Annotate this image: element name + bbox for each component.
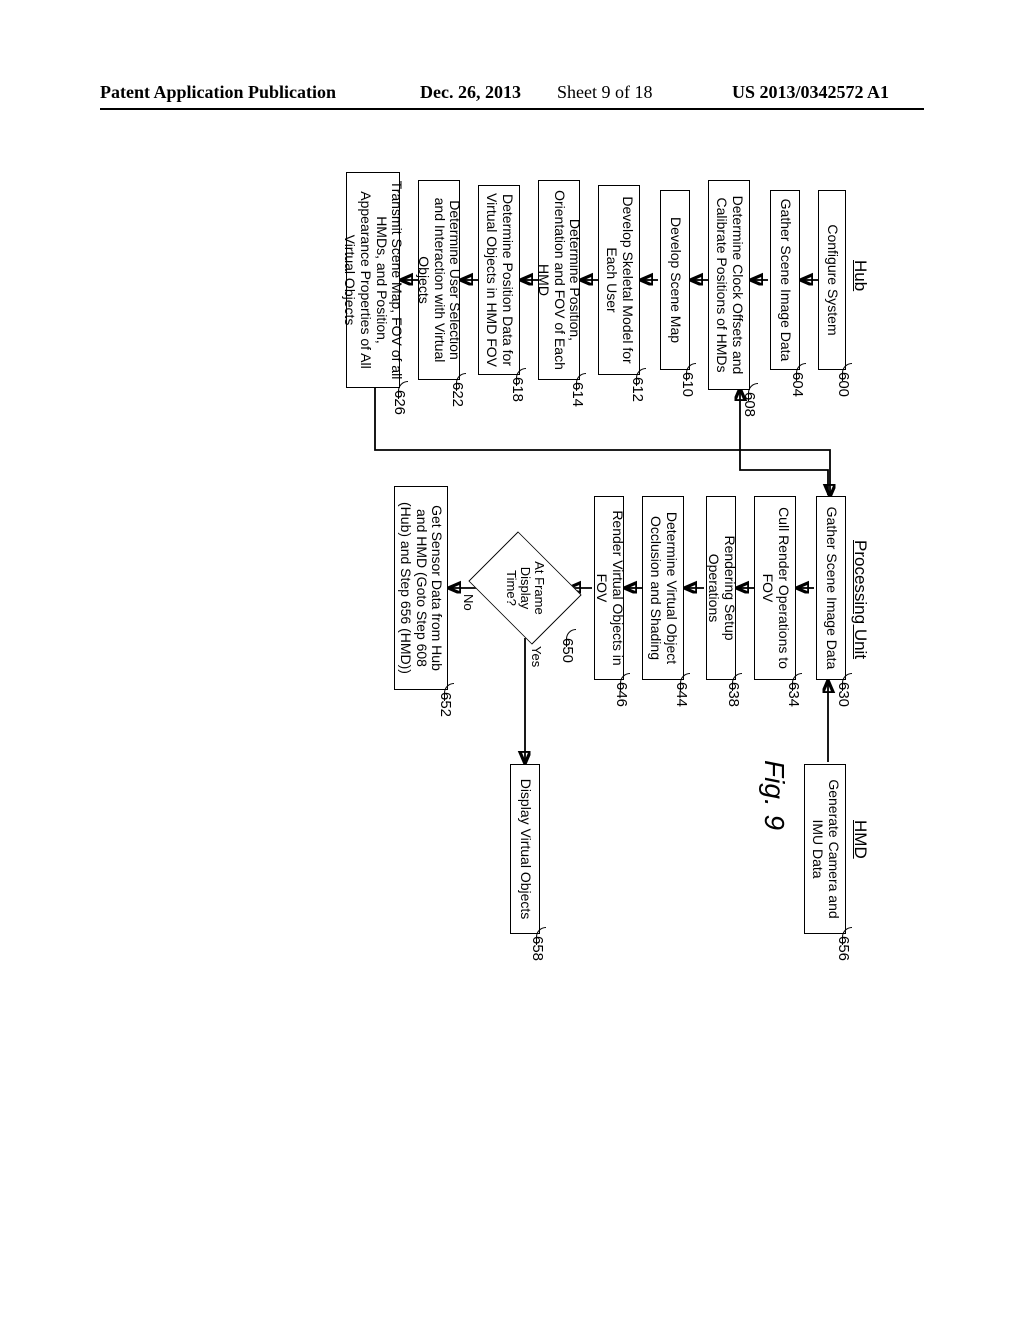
header-date: Dec. 26, 2013 — [420, 82, 521, 103]
lead-626 — [398, 381, 408, 399]
lead-652 — [444, 683, 454, 701]
lead-612 — [636, 368, 646, 386]
pu-setup: Rendering Setup Operations — [706, 496, 736, 680]
diagram: Hub Processing Unit HMD Fig. 9 — [160, 170, 870, 1030]
lead-618 — [516, 368, 526, 386]
lead-630 — [842, 673, 852, 691]
header-pubno: US 2013/0342572 A1 — [732, 82, 889, 103]
lead-608 — [748, 383, 758, 401]
pu-render: Render Virtual Objects in FOV — [594, 496, 624, 680]
hub-skeletal: Develop Skeletal Model for Each User — [598, 185, 640, 375]
lead-614 — [576, 373, 586, 391]
hub-gather: Gather Scene Image Data — [770, 190, 800, 370]
hub-posdata: Determine Position Data for Virtual Obje… — [478, 185, 520, 375]
hub-clock: Determine Clock Offsets and Calibrate Po… — [708, 180, 750, 390]
pu-getsensor: Get Sensor Data from Hub and HMD (Goto S… — [394, 486, 448, 690]
hub-transmit: Transmit Scene Map, FOV of all HMDs, and… — [346, 172, 400, 388]
hmd-display: Display Virtual Objects — [510, 764, 540, 934]
lead-604 — [796, 363, 806, 381]
pu-cull: Cull Render Operations to FOV — [754, 496, 796, 680]
pu-decision: At Frame Display Time? — [480, 543, 570, 633]
lead-656 — [842, 927, 852, 945]
header-rule — [100, 108, 924, 110]
hub-fov: Determine Position, Orientation and FOV … — [538, 180, 580, 380]
lead-650 — [566, 629, 576, 647]
lead-658 — [536, 927, 546, 945]
pu-decision-text: At Frame Display Time? — [480, 543, 570, 633]
lead-646 — [620, 673, 630, 691]
header-sheet: Sheet 9 of 18 — [557, 82, 652, 103]
lead-644 — [680, 673, 690, 691]
hmd-generate: Generate Camera and IMU Data — [804, 764, 846, 934]
lead-638 — [732, 673, 742, 691]
pu-gather: Gather Scene Image Data — [816, 496, 846, 680]
pu-occl: Determine Virtual Object Occlusion and S… — [642, 496, 684, 680]
lead-634 — [792, 673, 802, 691]
hub-configure: Configure System — [818, 190, 846, 370]
hub-scenemap: Develop Scene Map — [660, 190, 690, 370]
diagram-stage: Hub Processing Unit HMD Fig. 9 — [160, 170, 870, 1030]
lead-600 — [842, 363, 852, 381]
lead-610 — [686, 363, 696, 381]
label-yes: Yes — [529, 646, 544, 667]
hub-selection: Determine User Selection and Interaction… — [418, 180, 460, 380]
label-no: No — [461, 594, 476, 611]
lead-622 — [456, 373, 466, 391]
header-left: Patent Application Publication — [100, 82, 336, 103]
